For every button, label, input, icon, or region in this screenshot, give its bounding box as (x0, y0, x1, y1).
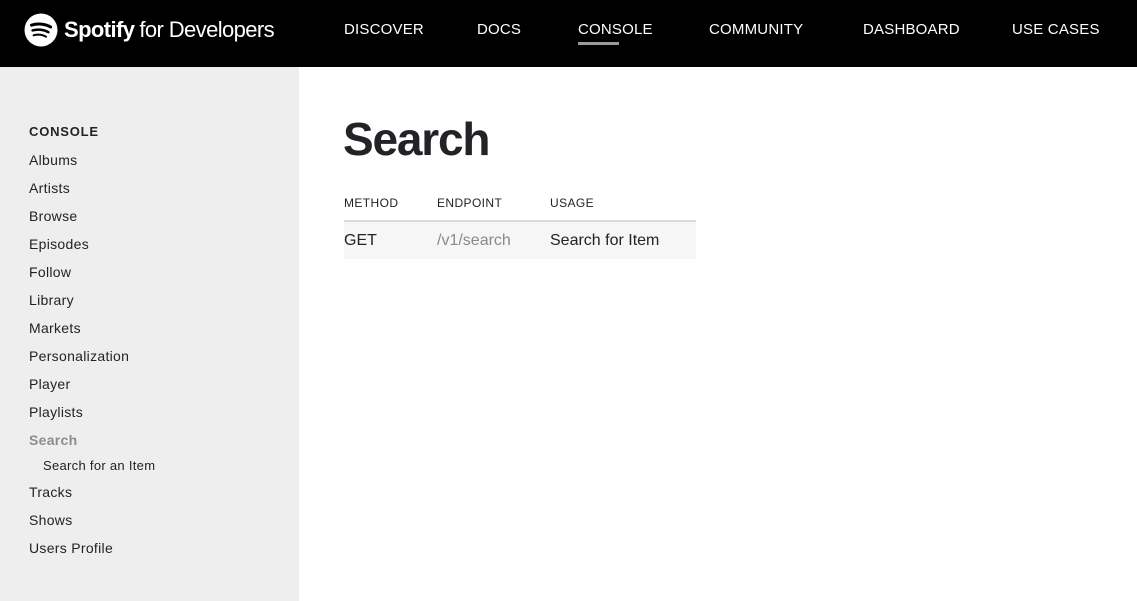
top-navigation-bar: Spotify for Developers DISCOVER DOCS CON… (0, 0, 1137, 67)
nav-discover[interactable]: DISCOVER (344, 21, 424, 38)
sidebar-item-tracks[interactable]: Tracks (29, 484, 72, 500)
sidebar-subitem-search-for-an-item[interactable]: Search for an Item (43, 458, 155, 473)
nav-use-cases[interactable]: USE CASES (1012, 21, 1100, 38)
column-header-endpoint: ENDPOINT (437, 196, 550, 222)
sidebar-item-artists[interactable]: Artists (29, 180, 70, 196)
nav-console[interactable]: CONSOLE (578, 21, 653, 38)
column-header-method: METHOD (344, 196, 437, 222)
sidebar-heading: CONSOLE (29, 124, 99, 139)
nav-active-indicator (578, 42, 619, 45)
sidebar-item-browse[interactable]: Browse (29, 208, 77, 224)
endpoint-table: METHOD ENDPOINT USAGE GET /v1/search Sea… (344, 196, 696, 259)
sidebar-item-search[interactable]: Search (29, 432, 78, 448)
sidebar-item-library[interactable]: Library (29, 292, 74, 308)
brand-name: Spotify (64, 17, 135, 42)
brand-subtitle: for Developers (139, 17, 275, 42)
sidebar-item-player[interactable]: Player (29, 376, 70, 392)
sidebar-item-markets[interactable]: Markets (29, 320, 81, 336)
usage-link[interactable]: Search for Item (550, 221, 696, 259)
table-row[interactable]: GET /v1/search Search for Item (344, 221, 696, 259)
table-header-row: METHOD ENDPOINT USAGE (344, 196, 696, 222)
nav-docs[interactable]: DOCS (477, 21, 521, 38)
sidebar-item-episodes[interactable]: Episodes (29, 236, 89, 252)
sidebar-item-shows[interactable]: Shows (29, 512, 73, 528)
spotify-logo-icon (24, 13, 58, 47)
console-sidebar: CONSOLE Albums Artists Browse Episodes F… (0, 67, 299, 601)
sidebar-item-albums[interactable]: Albums (29, 152, 77, 168)
sidebar-item-users-profile[interactable]: Users Profile (29, 540, 113, 556)
nav-dashboard[interactable]: DASHBOARD (863, 21, 960, 38)
column-header-usage: USAGE (550, 196, 696, 222)
spotify-for-developers-logo[interactable]: Spotify for Developers (24, 12, 275, 48)
sidebar-item-playlists[interactable]: Playlists (29, 404, 83, 420)
sidebar-item-follow[interactable]: Follow (29, 264, 71, 280)
endpoint-cell: /v1/search (437, 221, 550, 259)
method-cell: GET (344, 221, 437, 259)
nav-community[interactable]: COMMUNITY (709, 21, 803, 38)
page-title: Search (343, 113, 490, 165)
sidebar-item-personalization[interactable]: Personalization (29, 348, 129, 364)
